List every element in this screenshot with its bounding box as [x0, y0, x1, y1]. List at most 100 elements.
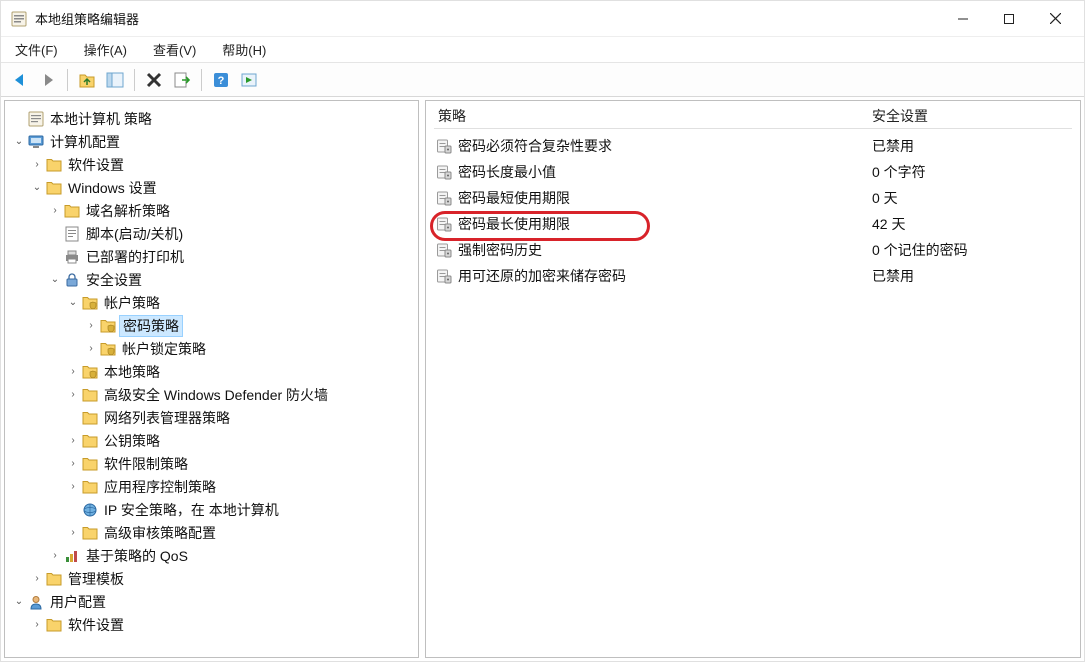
- folder-shield-icon: [81, 363, 99, 381]
- tree-name-resolution[interactable]: › 域名解析策略: [7, 199, 416, 222]
- expand-toggle[interactable]: ›: [29, 157, 45, 173]
- properties-button[interactable]: [236, 67, 262, 93]
- export-list-button[interactable]: [169, 67, 195, 93]
- delete-button[interactable]: [141, 67, 167, 93]
- collapse-toggle[interactable]: ⌄: [11, 134, 27, 150]
- show-hide-tree-button[interactable]: [102, 67, 128, 93]
- expand-toggle[interactable]: ›: [83, 318, 99, 334]
- tree-computer-config[interactable]: ⌄ 计算机配置: [7, 130, 416, 153]
- tree-root[interactable]: 本地计算机 策略: [7, 107, 416, 130]
- tree-account-policies[interactable]: ⌄ 帐户策略: [7, 291, 416, 314]
- tree-account-lockout[interactable]: › 帐户锁定策略: [7, 337, 416, 360]
- collapse-toggle[interactable]: ⌄: [29, 180, 45, 196]
- toolbar-separator: [201, 69, 202, 91]
- folder-icon: [45, 616, 63, 634]
- expand-toggle[interactable]: ›: [29, 571, 45, 587]
- expand-toggle[interactable]: ›: [29, 617, 45, 633]
- tree-user-config[interactable]: ⌄ 用户配置: [7, 590, 416, 613]
- toolbar: ?: [1, 63, 1084, 97]
- policy-item-icon: [434, 190, 454, 206]
- column-header-policy[interactable]: 策略: [434, 106, 872, 126]
- tree-label: 脚本(启动/关机): [84, 224, 185, 244]
- tree-user-software-settings[interactable]: › 软件设置: [7, 613, 416, 636]
- policy-row[interactable]: 密码长度最小值0 个字符: [434, 159, 1072, 185]
- expand-toggle[interactable]: ›: [65, 387, 81, 403]
- tree-network-list-manager[interactable]: 网络列表管理器策略: [7, 406, 416, 429]
- policy-row[interactable]: 密码最短使用期限0 天: [434, 185, 1072, 211]
- expand-toggle[interactable]: ›: [65, 433, 81, 449]
- tree-admin-templates[interactable]: › 管理模板: [7, 567, 416, 590]
- network-icon: [81, 501, 99, 519]
- folder-icon: [45, 156, 63, 174]
- tree-policy-qos[interactable]: › 基于策略的 QoS: [7, 544, 416, 567]
- expand-toggle[interactable]: ›: [65, 479, 81, 495]
- collapse-toggle[interactable]: ⌄: [11, 594, 27, 610]
- tree-local-policies[interactable]: › 本地策略: [7, 360, 416, 383]
- policy-item-icon: [434, 242, 454, 258]
- blank-toggle: [65, 502, 81, 518]
- title-bar: 本地组策略编辑器: [1, 1, 1084, 37]
- tree-public-key-policies[interactable]: › 公钥策略: [7, 429, 416, 452]
- policy-value: 已禁用: [872, 266, 1072, 286]
- tree-label: 软件设置: [66, 615, 126, 635]
- policy-row[interactable]: 密码必须符合复杂性要求已禁用: [434, 133, 1072, 159]
- help-button[interactable]: ?: [208, 67, 234, 93]
- policy-row[interactable]: 密码最长使用期限42 天: [434, 211, 1072, 237]
- expand-toggle[interactable]: ›: [47, 203, 63, 219]
- tree-label: 软件限制策略: [102, 454, 190, 474]
- tree-defender-firewall[interactable]: › 高级安全 Windows Defender 防火墙: [7, 383, 416, 406]
- expand-toggle[interactable]: ›: [65, 456, 81, 472]
- folder-open-icon: [45, 179, 63, 197]
- maximize-button[interactable]: [986, 4, 1032, 34]
- tree-security-settings[interactable]: ⌄ 安全设置: [7, 268, 416, 291]
- tree-app-control[interactable]: › 应用程序控制策略: [7, 475, 416, 498]
- policy-value: 0 个记住的密码: [872, 240, 1072, 260]
- tree-label: 已部署的打印机: [84, 247, 186, 267]
- gpedit-icon: [27, 110, 45, 128]
- menu-view[interactable]: 查看(V): [147, 38, 202, 61]
- policy-item-icon: [434, 216, 454, 232]
- tree-deployed-printers[interactable]: 已部署的打印机: [7, 245, 416, 268]
- back-button[interactable]: [7, 67, 33, 93]
- policy-name: 密码最长使用期限: [458, 214, 872, 234]
- menu-action[interactable]: 操作(A): [78, 38, 133, 61]
- tree-password-policy[interactable]: › 密码策略: [7, 314, 416, 337]
- tree-software-settings[interactable]: › 软件设置: [7, 153, 416, 176]
- collapse-toggle[interactable]: ⌄: [65, 295, 81, 311]
- list-panel[interactable]: 策略 安全设置 密码必须符合复杂性要求已禁用密码长度最小值0 个字符密码最短使用…: [425, 100, 1081, 658]
- user-icon: [27, 593, 45, 611]
- policy-item-icon: [434, 268, 454, 284]
- forward-button[interactable]: [35, 67, 61, 93]
- expand-toggle[interactable]: ›: [83, 341, 99, 357]
- computer-icon: [27, 133, 45, 151]
- expand-toggle[interactable]: ›: [65, 364, 81, 380]
- toolbar-separator: [67, 69, 68, 91]
- tree-label: IP 安全策略，在 本地计算机: [102, 500, 281, 520]
- tree-ip-security[interactable]: IP 安全策略，在 本地计算机: [7, 498, 416, 521]
- policy-row[interactable]: 强制密码历史0 个记住的密码: [434, 237, 1072, 263]
- tree-advanced-audit[interactable]: › 高级审核策略配置: [7, 521, 416, 544]
- policy-row[interactable]: 用可还原的加密来储存密码已禁用: [434, 263, 1072, 289]
- menu-help[interactable]: 帮助(H): [216, 38, 272, 61]
- tree-scripts[interactable]: 脚本(启动/关机): [7, 222, 416, 245]
- policy-value: 0 天: [872, 188, 1072, 208]
- tree-software-restriction[interactable]: › 软件限制策略: [7, 452, 416, 475]
- expand-toggle[interactable]: ›: [65, 525, 81, 541]
- minimize-button[interactable]: [940, 4, 986, 34]
- folder-icon: [81, 432, 99, 450]
- tree-label: 高级审核策略配置: [102, 523, 218, 543]
- tree-label: 安全设置: [84, 270, 144, 290]
- expand-toggle[interactable]: ›: [47, 548, 63, 564]
- tree-label: 本地计算机 策略: [48, 109, 154, 129]
- up-button[interactable]: [74, 67, 100, 93]
- collapse-toggle[interactable]: ⌄: [47, 272, 63, 288]
- toolbar-separator: [134, 69, 135, 91]
- tree-panel[interactable]: 本地计算机 策略 ⌄ 计算机配置 › 软件设置 ⌄ Windows 设置 › 域: [4, 100, 419, 658]
- tree-windows-settings[interactable]: ⌄ Windows 设置: [7, 176, 416, 199]
- window-title: 本地组策略编辑器: [35, 9, 940, 28]
- menu-file[interactable]: 文件(F): [9, 38, 64, 61]
- policy-tree[interactable]: 本地计算机 策略 ⌄ 计算机配置 › 软件设置 ⌄ Windows 设置 › 域: [7, 107, 416, 636]
- column-header-setting[interactable]: 安全设置: [872, 106, 1072, 126]
- folder-icon: [81, 524, 99, 542]
- close-button[interactable]: [1032, 4, 1078, 34]
